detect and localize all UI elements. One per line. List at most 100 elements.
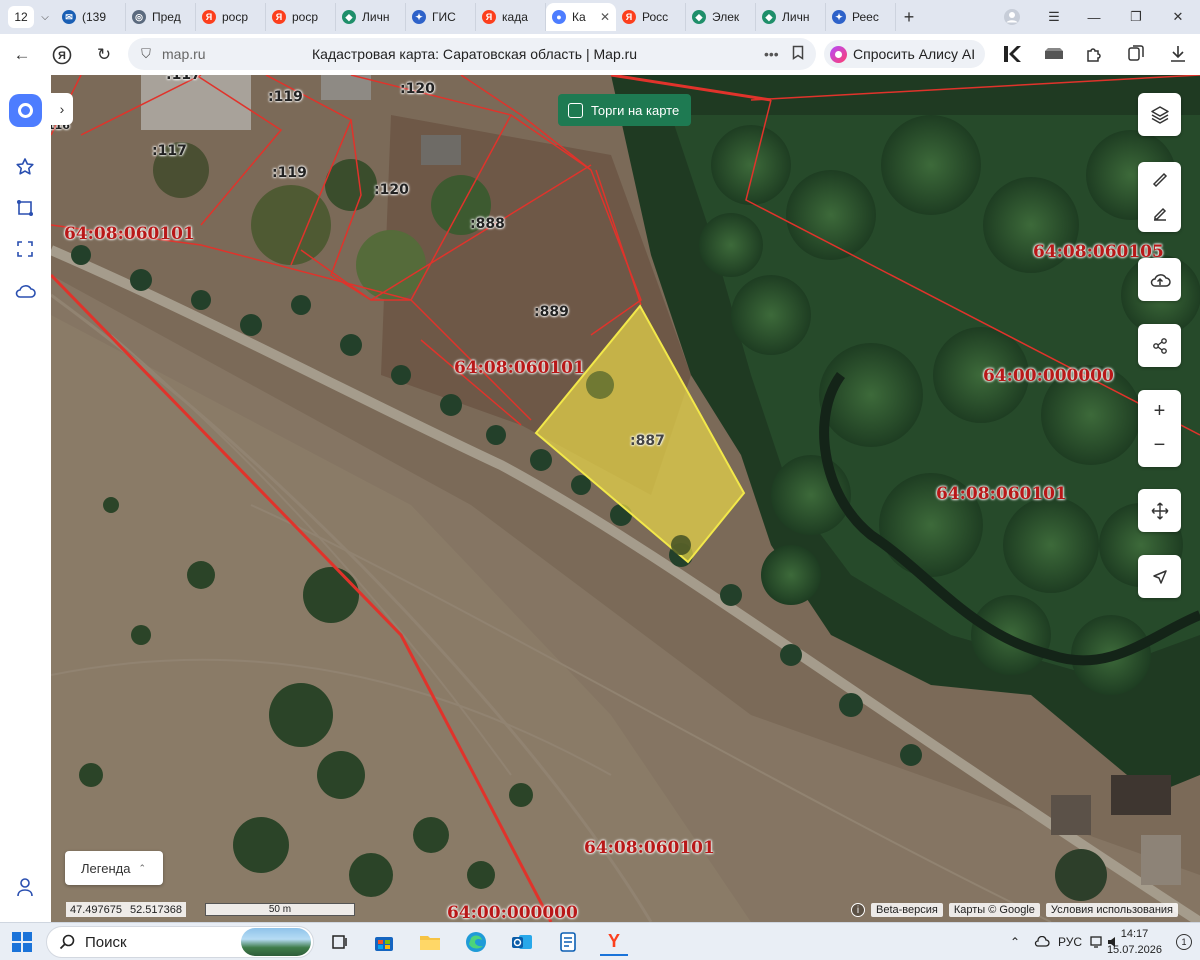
security-shield-icon[interactable]: ⛉	[138, 46, 154, 62]
browser-tab[interactable]: ◆ Личн	[756, 3, 826, 31]
screenshot-icon[interactable]	[13, 237, 37, 261]
gosuslugi-icon: ◆	[692, 10, 706, 24]
notepad-icon[interactable]	[554, 928, 582, 956]
tab-label: Личн	[362, 10, 390, 24]
expand-panel-button[interactable]: ›	[51, 93, 73, 125]
browser-tab[interactable]: ✦ ГИС	[406, 3, 476, 31]
cloud-icon[interactable]	[13, 279, 37, 303]
downloads-icon[interactable]	[1164, 40, 1192, 68]
quarter-label[interactable]: 64:08:060101	[584, 838, 715, 858]
clock-time: 14:17	[1120, 928, 1149, 940]
browser-tab[interactable]: ✦ Реес	[826, 3, 896, 31]
yandex-home-button[interactable]: Я	[44, 37, 80, 73]
store-icon[interactable]	[370, 928, 398, 956]
browser-tab[interactable]: ✉ (139	[56, 3, 126, 31]
taskbar-search[interactable]: Поиск	[46, 926, 314, 958]
terms-link[interactable]: Условия использования	[1045, 903, 1178, 917]
tab-label: ГИС	[432, 10, 456, 24]
parcel-label[interactable]: :889	[534, 304, 569, 320]
edge-icon[interactable]	[462, 928, 490, 956]
edit-icon[interactable]	[1138, 197, 1181, 231]
page-title: Кадастровая карта: Саратовская область |…	[312, 46, 638, 62]
profile-icon[interactable]	[13, 875, 37, 899]
restore-button[interactable]: ❐	[1116, 0, 1156, 34]
parcel-label[interactable]: :117	[166, 75, 201, 83]
move-button[interactable]	[1138, 489, 1181, 532]
quarter-label[interactable]: 64:00:000000	[983, 366, 1114, 386]
beta-badge[interactable]: Beta-версия	[871, 903, 943, 917]
bookmark-icon[interactable]	[792, 45, 804, 63]
network-icon[interactable]	[1090, 923, 1106, 960]
browser-tab[interactable]: Яроср	[196, 3, 266, 31]
ruler-icon[interactable]	[1138, 163, 1181, 197]
chevron-down-icon[interactable]: ⌵	[34, 12, 56, 23]
collections-icon[interactable]	[1122, 40, 1150, 68]
file-explorer-icon[interactable]	[416, 928, 444, 956]
selected-parcel-label[interactable]: :887	[630, 433, 665, 449]
minimize-button[interactable]: —	[1074, 0, 1114, 34]
quarter-label[interactable]: 64:08:060101	[936, 484, 1067, 504]
cadastral-map[interactable]: 64:08:060101 64:08:060105 64:08:060101 6…	[51, 75, 1200, 922]
upload-button[interactable]	[1138, 258, 1181, 301]
info-icon[interactable]: i	[851, 903, 865, 917]
taskbar-clock[interactable]: 14:17 15.07.2026	[1107, 926, 1162, 958]
windows-start-button[interactable]	[12, 932, 32, 952]
browser-tab[interactable]: ● Ка ✕	[546, 3, 616, 31]
extensions-puzzle-icon[interactable]	[1080, 40, 1108, 68]
task-view-icon[interactable]	[326, 928, 354, 956]
torgi-toggle[interactable]: Торги на карте	[558, 94, 692, 126]
browser-tab[interactable]: ◆ Личн	[336, 3, 406, 31]
outlook-icon[interactable]	[508, 928, 536, 956]
tab-label: Элек	[712, 10, 740, 24]
address-bar[interactable]: ⛉ map.ru Кадастровая карта: Саратовская …	[128, 38, 816, 70]
ask-alice-button[interactable]: Спросить Алису AI	[824, 40, 986, 68]
extension-box-icon[interactable]	[1040, 40, 1068, 68]
tab-count-button[interactable]: 12	[8, 6, 34, 28]
notification-badge[interactable]: 1	[1176, 934, 1192, 950]
alice-sidebar-icon[interactable]	[9, 94, 42, 127]
browser-tab[interactable]: Якада	[476, 3, 546, 31]
parcel-label[interactable]: :888	[470, 216, 505, 232]
extension-k-icon[interactable]	[998, 40, 1026, 68]
quarter-label[interactable]: 64:08:060101	[64, 224, 195, 244]
browser-tab[interactable]: ◎ Пред	[126, 3, 196, 31]
language-indicator[interactable]: РУС	[1058, 923, 1082, 960]
route-icon[interactable]	[13, 196, 37, 220]
browser-tab[interactable]: ◆ Элек	[686, 3, 756, 31]
yandex-browser-icon[interactable]: Y	[600, 928, 628, 956]
svg-text:Y: Y	[608, 931, 620, 951]
emblem-icon: ✦	[832, 10, 846, 24]
menu-icon[interactable]: ☰	[1034, 0, 1074, 34]
reload-button[interactable]: ↻	[86, 37, 122, 73]
new-tab-button[interactable]: +	[896, 7, 922, 28]
tray-chevron-icon[interactable]: ⌃	[1010, 923, 1020, 960]
quarter-label[interactable]: 64:00:000000	[447, 903, 578, 922]
more-icon[interactable]: •••	[764, 46, 779, 62]
browser-tab[interactable]: Яроср	[266, 3, 336, 31]
quarter-label[interactable]: 64:08:060101	[454, 358, 585, 378]
parcel-label[interactable]: :119	[272, 165, 307, 181]
parcel-label[interactable]: :120	[400, 81, 435, 97]
my-location-button[interactable]	[1138, 555, 1181, 598]
screen: 12 ⌵ ✉ (139 ◎ Пред Яроср Яроср ◆ Личн ✦ ГИС Якада ●…	[0, 0, 1200, 960]
layers-button[interactable]	[1138, 93, 1181, 136]
back-button[interactable]: ←	[4, 37, 40, 73]
close-window-button[interactable]: ✕	[1158, 0, 1198, 34]
zoom-in-button[interactable]: +	[1138, 395, 1181, 429]
zoom-out-button[interactable]: −	[1138, 429, 1181, 463]
parcel-label[interactable]: :117	[152, 143, 187, 159]
torgi-checkbox[interactable]	[568, 102, 583, 118]
parcel-label[interactable]: :119	[268, 89, 303, 105]
profile-avatar-icon[interactable]	[992, 0, 1032, 34]
share-button[interactable]	[1138, 324, 1181, 367]
legend-button[interactable]: Легенда ⌃	[65, 851, 163, 885]
yandex-icon: Я	[272, 10, 286, 24]
cloud-sync-icon[interactable]	[1034, 923, 1050, 960]
browser-tab[interactable]: Я Росс	[616, 3, 686, 31]
close-tab-icon[interactable]: ✕	[600, 10, 610, 24]
favorites-star-icon[interactable]	[13, 155, 37, 179]
taskbar-search-label: Поиск	[85, 933, 127, 951]
tab-label: Личн	[782, 10, 810, 24]
share-icon	[1138, 329, 1181, 363]
parcel-label[interactable]: :120	[374, 182, 409, 198]
